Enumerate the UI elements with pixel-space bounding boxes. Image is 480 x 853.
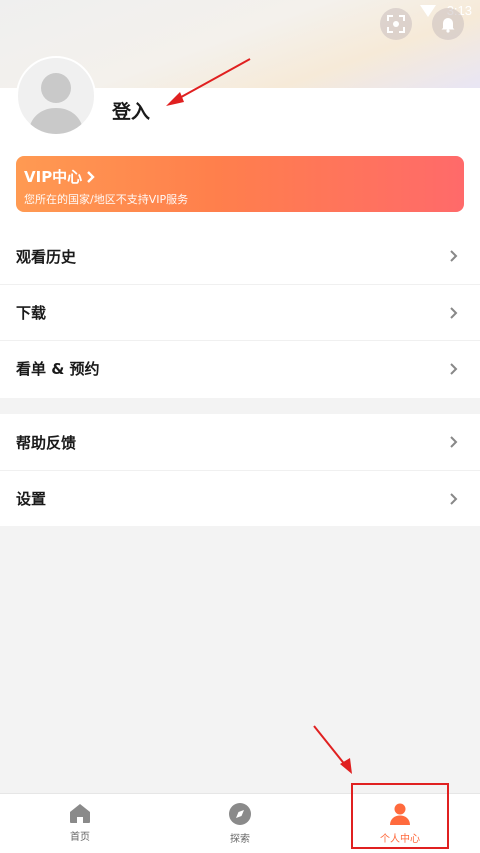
vip-center-banner[interactable]: VIP中心 您所在的国家/地区不支持VIP服务 — [16, 156, 464, 212]
chevron-right-icon — [450, 362, 458, 375]
bell-icon — [441, 18, 455, 33]
chevron-right-icon — [450, 250, 458, 262]
menu-item-watchlist[interactable]: 看单 & 预约 — [0, 340, 480, 396]
home-icon — [70, 804, 90, 823]
menu-label: 看单 & 预约 — [16, 360, 100, 378]
menu-label: 帮助反馈 — [16, 433, 77, 452]
menu-item-help-feedback[interactable]: 帮助反馈 — [0, 414, 480, 470]
menu-group-primary: 观看历史 下载 看单 & 预约 — [0, 228, 480, 398]
vip-title: VIP中心 — [24, 166, 456, 187]
nav-tab-explore[interactable]: 探索 — [160, 794, 320, 853]
notification-button[interactable] — [432, 8, 464, 40]
annotation-arrow-login — [166, 58, 251, 106]
menu-label: 下载 — [16, 304, 47, 322]
compass-icon — [229, 803, 251, 825]
nav-tab-home[interactable]: 首页 — [0, 794, 160, 853]
menu-item-settings[interactable]: 设置 — [0, 470, 480, 526]
annotation-highlight-box — [351, 783, 449, 849]
menu-label: 观看历史 — [16, 247, 77, 266]
scan-button[interactable] — [380, 8, 412, 40]
scan-icon — [387, 15, 405, 33]
chevron-right-icon — [450, 436, 458, 448]
menu-item-watch-history[interactable]: 观看历史 — [0, 228, 480, 284]
nav-label: 首页 — [70, 832, 90, 843]
vip-title-text: VIP中心 — [24, 168, 83, 186]
avatar[interactable] — [16, 56, 96, 136]
menu-item-download[interactable]: 下载 — [0, 284, 480, 340]
chevron-right-icon — [450, 492, 458, 505]
login-link[interactable]: 登入 — [112, 97, 150, 124]
menu-label: 设置 — [16, 490, 47, 508]
chevron-right-icon — [87, 170, 95, 183]
annotation-arrow-profile-tab — [313, 725, 352, 774]
chevron-right-icon — [450, 306, 458, 319]
default-avatar-icon — [28, 73, 84, 134]
nav-label: 探索 — [230, 834, 250, 845]
vip-subtitle: 您所在的国家/地区不支持VIP服务 — [24, 193, 189, 206]
menu-group-secondary: 帮助反馈 设置 — [0, 414, 480, 526]
